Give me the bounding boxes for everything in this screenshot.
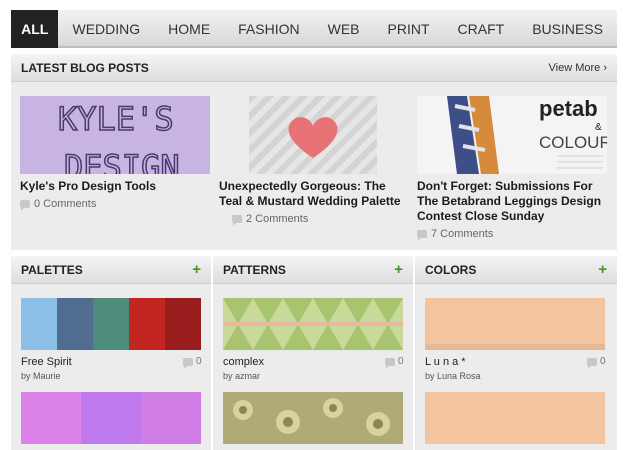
comment-icon — [587, 357, 597, 369]
thumb-text-colour: COLOUR — [539, 133, 607, 152]
thumb-text-amp: & — [595, 122, 602, 133]
pattern-author[interactable]: by azmar — [223, 371, 260, 381]
nav-item-print[interactable]: PRINT — [374, 10, 444, 48]
palettes-header: PALETTES + — [11, 256, 211, 284]
thumb-text-brand: petab — [539, 96, 598, 121]
patterns-title: PATTERNS — [223, 263, 286, 277]
post-title[interactable]: Kyle's Pro Design Tools — [20, 179, 210, 194]
color-swatch[interactable] — [425, 392, 605, 444]
post-thumbnail[interactable]: KYLE'S DESIGN — [20, 96, 210, 174]
comment-icon — [20, 200, 30, 211]
palette-color-3[interactable] — [93, 298, 129, 350]
colors-header: COLORS + — [415, 256, 617, 284]
post-thumbnail[interactable] — [249, 96, 377, 174]
blog-post-3[interactable]: petab & COLOUR Don't Forget: Submissions… — [417, 96, 607, 241]
palette-color-1[interactable] — [21, 298, 57, 350]
palette-name[interactable]: Free Spirit — [21, 356, 72, 368]
color-comment-count: 0 — [587, 356, 606, 369]
color-swatch[interactable] — [425, 298, 605, 350]
nav-item-home[interactable]: HOME — [154, 10, 224, 48]
comment-icon — [385, 357, 395, 369]
post-comments[interactable]: 0 Comments — [20, 198, 210, 211]
palette-swatch[interactable] — [21, 298, 201, 350]
kyles-design-thumb-image: KYLE'S DESIGN — [57, 99, 180, 174]
view-more-link[interactable]: View More › — [549, 54, 607, 82]
palette-author[interactable]: by Maurie — [21, 371, 61, 381]
comment-count: 2 Comments — [246, 213, 309, 225]
leggings-thumb-image: petab & COLOUR — [447, 96, 607, 174]
comment-count: 7 Comments — [431, 228, 494, 240]
pattern-swatch[interactable] — [223, 298, 403, 350]
post-comments[interactable]: 7 Comments — [417, 228, 607, 241]
nav-item-business[interactable]: BUSINESS — [518, 10, 617, 48]
thumb-text-bottom: DESIGN — [64, 148, 180, 174]
nav-item-web[interactable]: WEB — [314, 10, 374, 48]
floral-pattern-image — [223, 392, 403, 444]
comment-icon — [417, 230, 427, 241]
palette-color-4[interactable] — [129, 298, 165, 350]
post-title[interactable]: Unexpectedly Gorgeous: The Teal & Mustar… — [219, 179, 409, 209]
blog-post-2[interactable]: Unexpectedly Gorgeous: The Teal & Mustar… — [219, 96, 409, 226]
nav-item-all[interactable]: ALL — [11, 10, 59, 48]
add-pattern-icon[interactable]: + — [394, 256, 403, 284]
comment-count: 0 — [196, 356, 202, 367]
palette-color-1[interactable] — [21, 392, 81, 444]
palette-color-2[interactable] — [81, 392, 141, 444]
category-nav: ALL WEDDING HOME FASHION WEB PRINT CRAFT… — [11, 10, 617, 48]
nav-item-fashion[interactable]: FASHION — [224, 10, 313, 48]
comment-icon — [232, 215, 242, 226]
add-color-icon[interactable]: + — [598, 256, 607, 284]
palette-color-2[interactable] — [57, 298, 93, 350]
comment-count: 0 — [600, 356, 606, 367]
post-title[interactable]: Don't Forget: Submissions For The Betabr… — [417, 179, 607, 224]
palette-color-5[interactable] — [165, 298, 201, 350]
colors-title: COLORS — [425, 263, 477, 277]
heart-icon — [288, 117, 338, 158]
color-author[interactable]: by Luna Rosa — [425, 371, 481, 381]
patterns-header: PATTERNS + — [213, 256, 413, 284]
palette-comment-count: 0 — [183, 356, 202, 369]
pattern-name[interactable]: complex — [223, 356, 264, 368]
palettes-title: PALETTES — [21, 263, 83, 277]
nav-item-craft[interactable]: CRAFT — [444, 10, 519, 48]
pattern-swatch[interactable] — [223, 392, 403, 444]
blog-section-header: LATEST BLOG POSTS View More › — [11, 54, 617, 82]
blog-section-title: LATEST BLOG POSTS — [21, 61, 149, 75]
color-name[interactable]: L u n a * — [425, 356, 466, 368]
thumb-text-top: KYLE'S — [58, 100, 174, 138]
pattern-comment-count: 0 — [385, 356, 404, 369]
post-comments[interactable]: 2 Comments — [232, 213, 409, 226]
comment-count: 0 — [398, 356, 404, 367]
comment-count: 0 Comments — [34, 198, 97, 210]
palette-color-3[interactable] — [141, 392, 201, 444]
blog-post-1[interactable]: KYLE'S DESIGN Kyle's Pro Design Tools 0 … — [20, 96, 210, 211]
palette-swatch[interactable] — [21, 392, 201, 444]
complex-pattern-image — [223, 298, 403, 350]
comment-icon — [183, 357, 193, 369]
add-palette-icon[interactable]: + — [192, 256, 201, 284]
post-thumbnail[interactable]: petab & COLOUR — [417, 96, 607, 174]
nav-item-wedding[interactable]: WEDDING — [58, 10, 154, 48]
